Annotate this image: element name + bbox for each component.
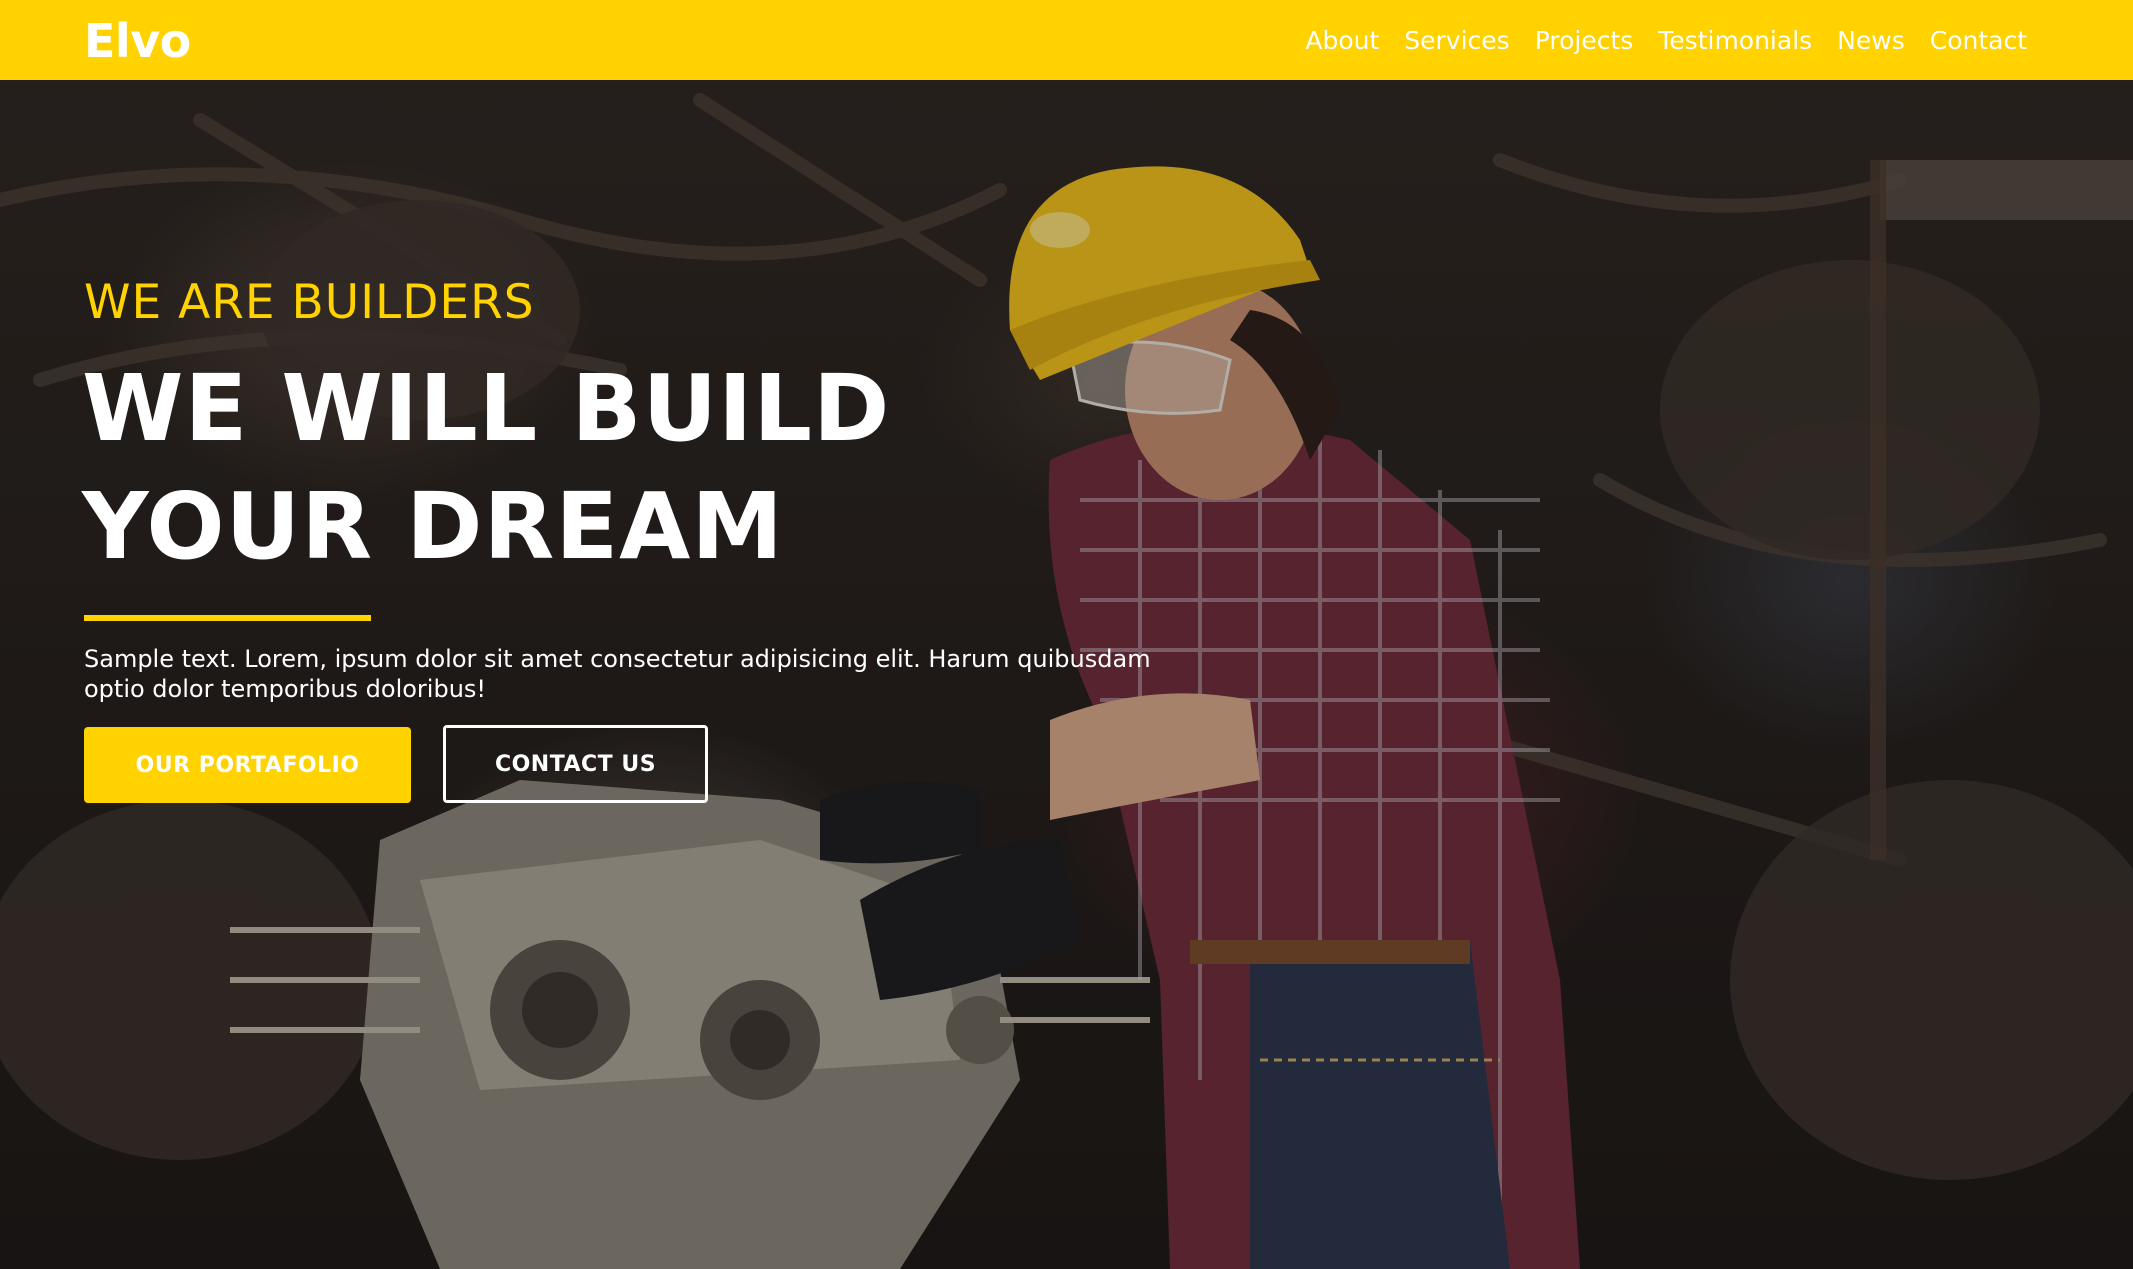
nav-link-testimonials[interactable]: Testimonials xyxy=(1658,26,1812,55)
hero-headline-line-1: WE WILL BUILD xyxy=(82,355,891,462)
hero-headline: WE WILL BUILD YOUR DREAM xyxy=(82,350,1082,586)
contact-us-button[interactable]: CONTACT US xyxy=(443,725,708,803)
nav-link-about[interactable]: About xyxy=(1305,26,1379,55)
main-nav: About Services Projects Testimonials New… xyxy=(1305,0,2027,80)
our-portfolio-button[interactable]: OUR PORTAFOLIO xyxy=(84,727,411,803)
nav-link-projects[interactable]: Projects xyxy=(1535,26,1634,55)
nav-link-contact[interactable]: Contact xyxy=(1930,26,2027,55)
site-logo[interactable]: Elvo xyxy=(84,14,191,68)
nav-link-services[interactable]: Services xyxy=(1404,26,1509,55)
top-navbar: Elvo About Services Projects Testimonial… xyxy=(0,0,2133,80)
hero-eyebrow: WE ARE BUILDERS xyxy=(84,275,535,330)
hero-description: Sample text. Lorem, ipsum dolor sit amet… xyxy=(84,645,1151,703)
hero-section: WE ARE BUILDERS WE WILL BUILD YOUR DREAM… xyxy=(0,80,2133,1269)
headline-accent-divider xyxy=(84,615,371,621)
nav-link-news[interactable]: News xyxy=(1837,26,1905,55)
hero-headline-line-2: YOUR DREAM xyxy=(82,473,784,580)
